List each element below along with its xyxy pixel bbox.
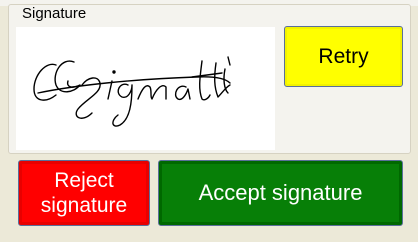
accept-button-label: Accept signature xyxy=(198,180,363,205)
retry-button[interactable]: Retry xyxy=(284,26,403,87)
retry-button-label: Retry xyxy=(318,44,369,68)
signature-pad[interactable] xyxy=(16,27,275,150)
signature-ink xyxy=(33,56,231,127)
reject-signature-button[interactable]: Reject signature xyxy=(18,160,150,226)
signature-group-label: Signature xyxy=(20,5,89,22)
reject-button-label: Reject signature xyxy=(40,169,128,217)
accept-signature-button[interactable]: Accept signature xyxy=(158,160,403,226)
